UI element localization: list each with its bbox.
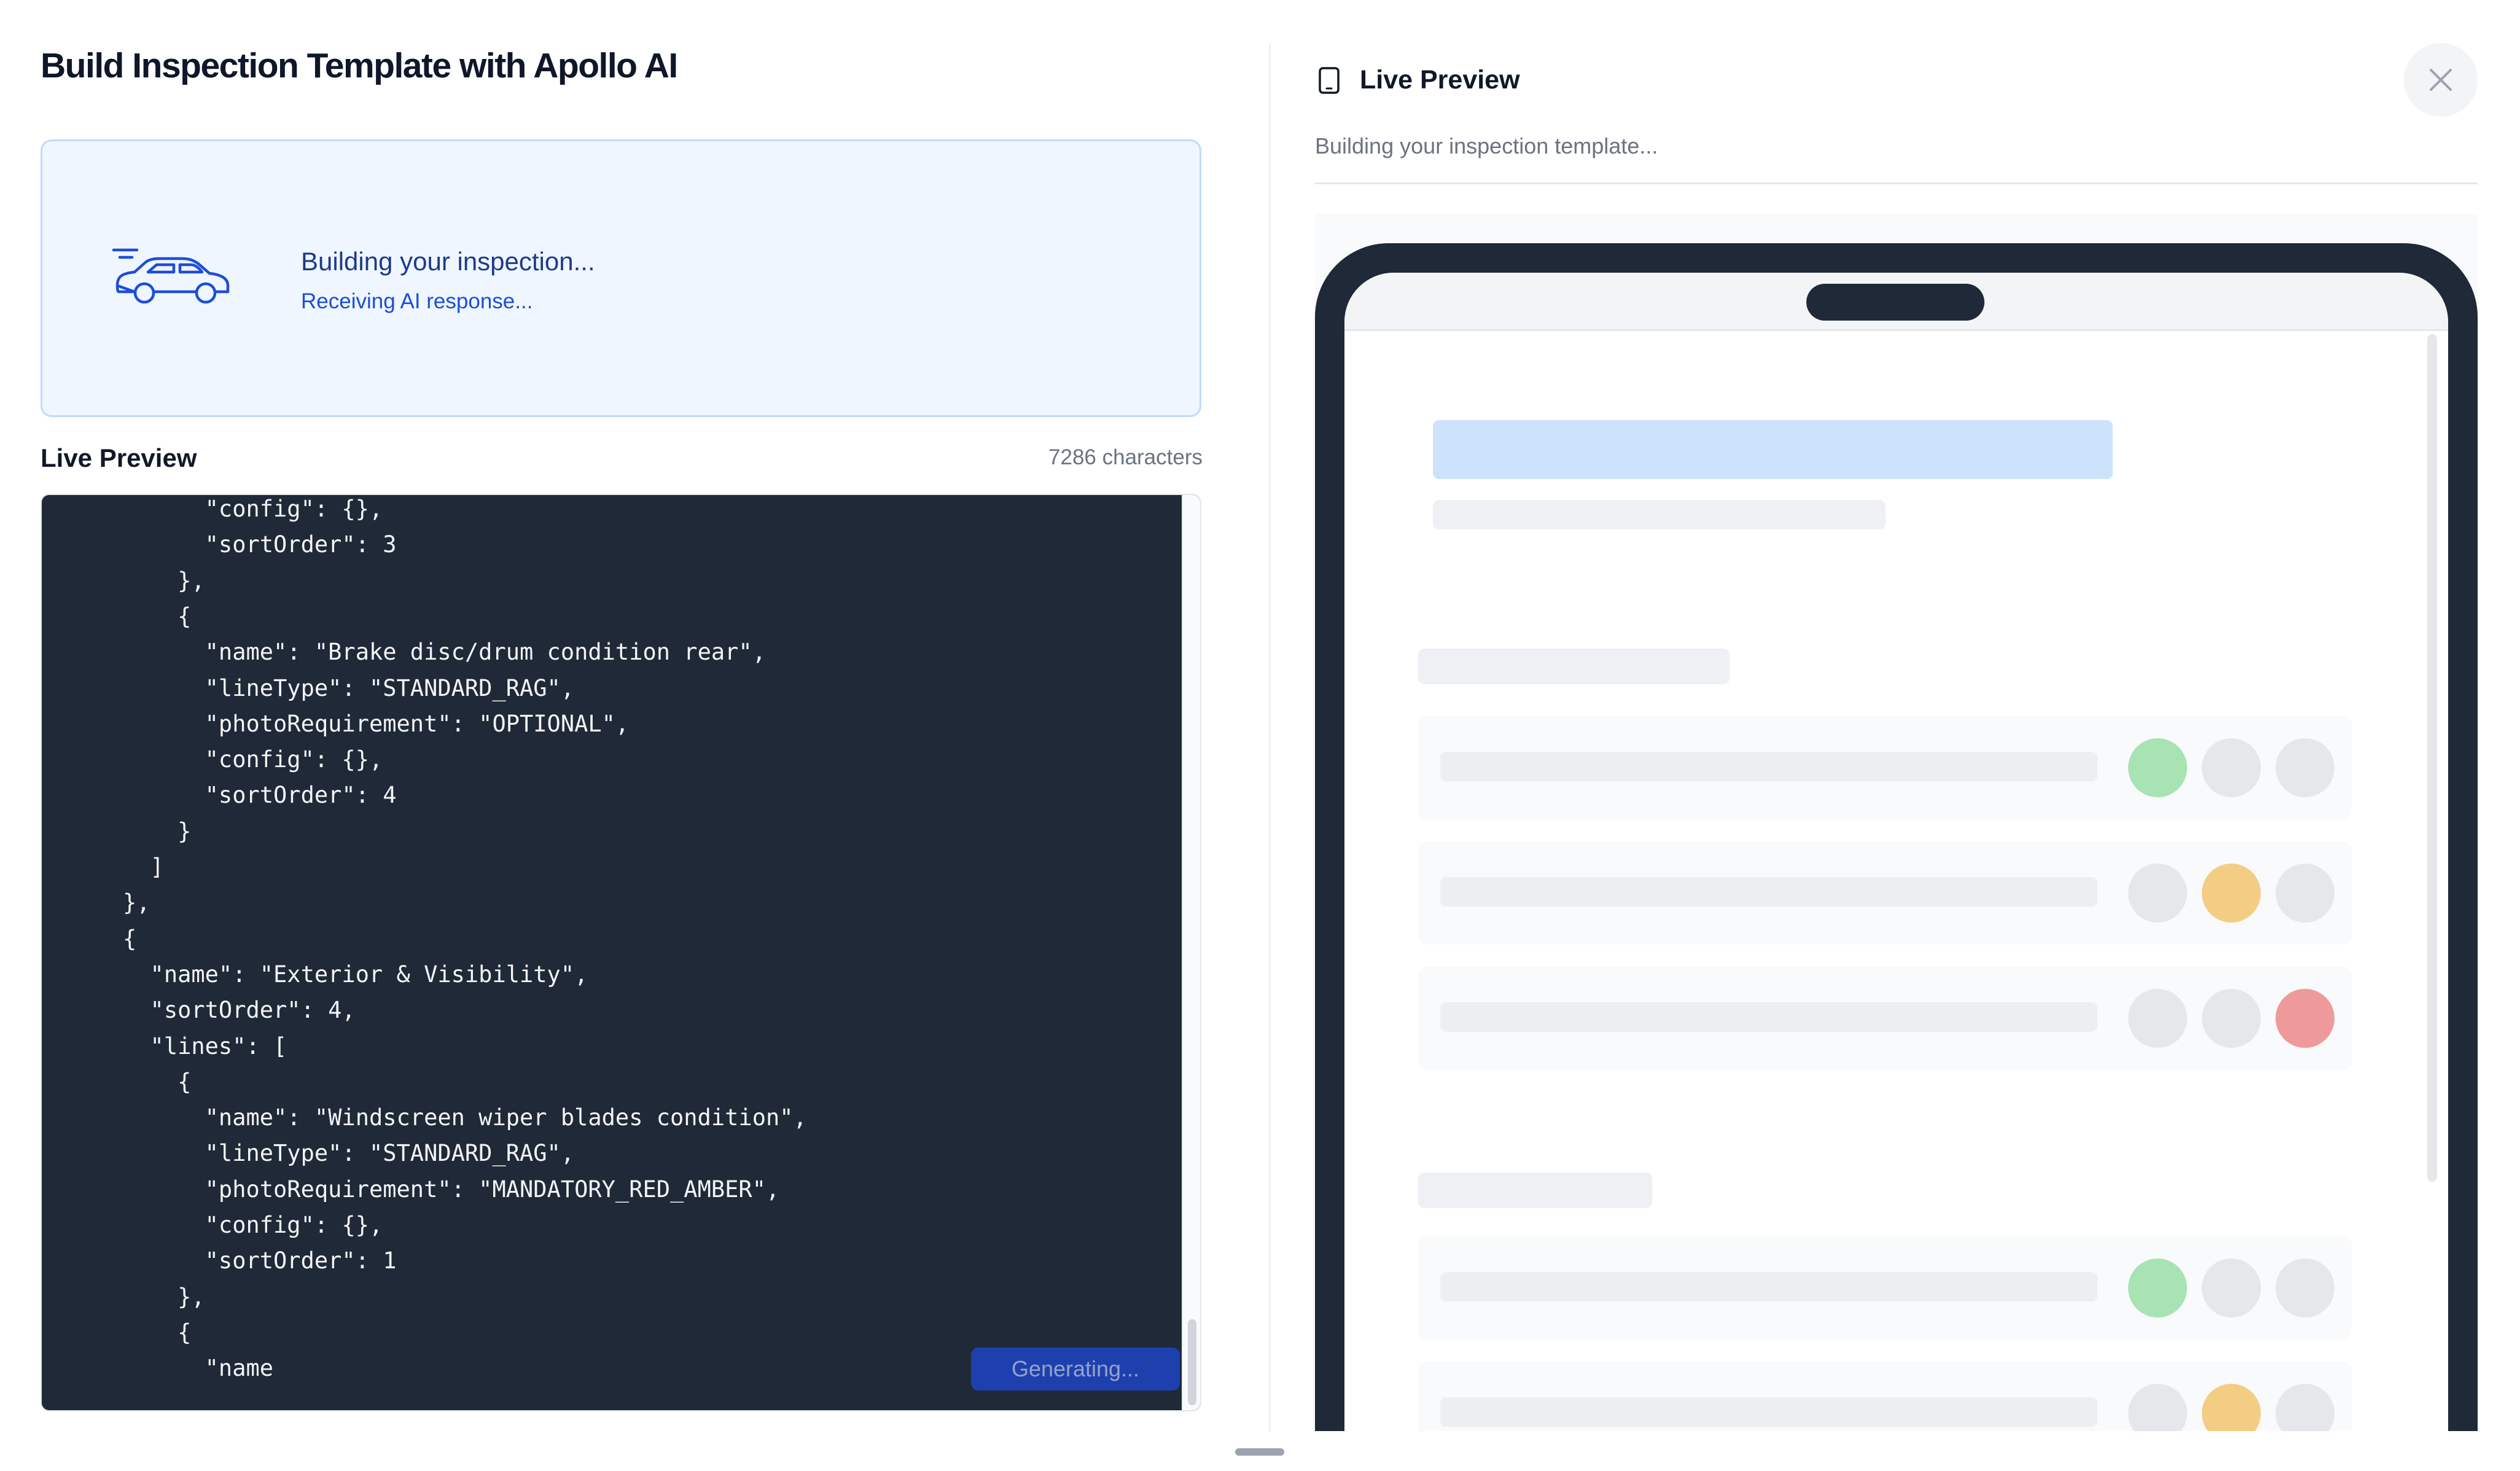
rag-green-dot[interactable] bbox=[2128, 989, 2187, 1048]
panel-divider bbox=[1269, 43, 1271, 1431]
code-line: "name": "Windscreen wiper blades conditi… bbox=[123, 1104, 807, 1131]
rag-green-dot[interactable] bbox=[2128, 1384, 2187, 1431]
code-line: "lineType": "STANDARD_RAG", bbox=[123, 1140, 575, 1167]
rag-amber-dot[interactable] bbox=[2202, 1384, 2261, 1431]
rag-green-dot[interactable] bbox=[2128, 864, 2187, 923]
code-line: "lineType": "STANDARD_RAG", bbox=[123, 674, 575, 701]
code-line: { bbox=[123, 1319, 192, 1346]
code-line: "sortOrder": 4 bbox=[123, 782, 397, 809]
code-preview-label: Live Preview bbox=[41, 443, 197, 472]
code-preview-box[interactable]: "config": {}, "sortOrder": 3 }, { "name"… bbox=[41, 494, 1201, 1411]
code-line: { bbox=[123, 925, 137, 952]
rag-amber-dot[interactable] bbox=[2202, 1258, 2261, 1317]
rag-red-dot[interactable] bbox=[2276, 864, 2335, 923]
skeleton-title bbox=[1433, 420, 2113, 479]
tablet-screen[interactable] bbox=[1344, 273, 2448, 1431]
rag-green-dot[interactable] bbox=[2128, 1258, 2187, 1317]
rag-amber-dot[interactable] bbox=[2202, 738, 2261, 797]
page-title: Build Inspection Template with Apollo AI bbox=[41, 46, 678, 85]
code-line: { bbox=[123, 603, 192, 630]
code-scrollbar[interactable] bbox=[1182, 495, 1200, 1410]
code-line: }, bbox=[123, 1283, 205, 1310]
resize-handle[interactable] bbox=[1235, 1448, 1284, 1456]
code-line: "config": {}, bbox=[123, 496, 383, 522]
tablet-device-frame bbox=[1315, 243, 2478, 1431]
tablet-icon bbox=[1319, 67, 1340, 94]
skeleton-row bbox=[1418, 1362, 2352, 1431]
status-title: Building your inspection... bbox=[301, 247, 595, 276]
character-count: 7286 characters bbox=[1048, 445, 1203, 469]
code-line: "sortOrder": 4, bbox=[123, 997, 356, 1024]
tablet-status-bar bbox=[1344, 273, 2448, 331]
skeleton-row bbox=[1418, 967, 2352, 1070]
code-line: "sortOrder": 1 bbox=[123, 1247, 397, 1274]
rag-red-dot[interactable] bbox=[2276, 989, 2335, 1048]
code-line: "config": {}, bbox=[123, 746, 383, 773]
code-line: "name": "Exterior & Visibility", bbox=[123, 961, 588, 988]
rag-amber-dot[interactable] bbox=[2202, 864, 2261, 923]
skeleton-row-label bbox=[1440, 1272, 2097, 1301]
close-icon bbox=[2430, 69, 2452, 91]
close-button[interactable] bbox=[2404, 43, 2478, 117]
code-line: }, bbox=[123, 889, 150, 916]
skeleton-row-label bbox=[1440, 1002, 2097, 1032]
code-line: "name": "Brake disc/drum condition rear"… bbox=[123, 639, 766, 666]
code-line: } bbox=[123, 817, 192, 845]
code-line: "photoRequirement": "OPTIONAL", bbox=[123, 710, 630, 737]
code-line: "name bbox=[123, 1355, 274, 1382]
code-scrollbar-thumb[interactable] bbox=[1188, 1319, 1196, 1405]
skeleton-row bbox=[1418, 841, 2352, 945]
code-line: ] bbox=[123, 854, 164, 880]
status-subtitle: Receiving AI response... bbox=[301, 289, 533, 313]
rag-red-dot[interactable] bbox=[2276, 1384, 2335, 1431]
skeleton-row-label bbox=[1440, 1397, 2097, 1427]
generating-button[interactable]: Generating... bbox=[971, 1348, 1180, 1391]
skeleton-row bbox=[1418, 1236, 2352, 1340]
code-line: "config": {}, bbox=[123, 1212, 383, 1238]
code-line: }, bbox=[123, 567, 205, 594]
skeleton-section-header bbox=[1418, 649, 1730, 684]
live-preview-title: Live Preview bbox=[1360, 65, 1520, 95]
skeleton-row bbox=[1418, 716, 2352, 819]
car-icon bbox=[112, 248, 230, 304]
code-line: "lines": [ bbox=[123, 1032, 287, 1059]
code-line: "photoRequirement": "MANDATORY_RED_AMBER… bbox=[123, 1176, 780, 1203]
code-line: "sortOrder": 3 bbox=[123, 531, 397, 558]
live-preview-subtitle: Building your inspection template... bbox=[1315, 133, 1658, 158]
rag-red-dot[interactable] bbox=[2276, 1258, 2335, 1317]
rag-amber-dot[interactable] bbox=[2202, 989, 2261, 1048]
rag-red-dot[interactable] bbox=[2276, 738, 2335, 797]
status-card: Building your inspection... Receiving AI… bbox=[41, 139, 1201, 417]
skeleton-row-label bbox=[1440, 752, 2097, 781]
tablet-notch bbox=[1806, 284, 1984, 321]
skeleton-section-header bbox=[1418, 1173, 1652, 1208]
tablet-scrollbar[interactable] bbox=[2427, 334, 2437, 1182]
header-divider bbox=[1315, 182, 2478, 184]
code-line: { bbox=[123, 1068, 192, 1095]
skeleton-row-label bbox=[1440, 877, 2097, 907]
skeleton-subtitle bbox=[1433, 500, 1886, 529]
rag-green-dot[interactable] bbox=[2128, 738, 2187, 797]
